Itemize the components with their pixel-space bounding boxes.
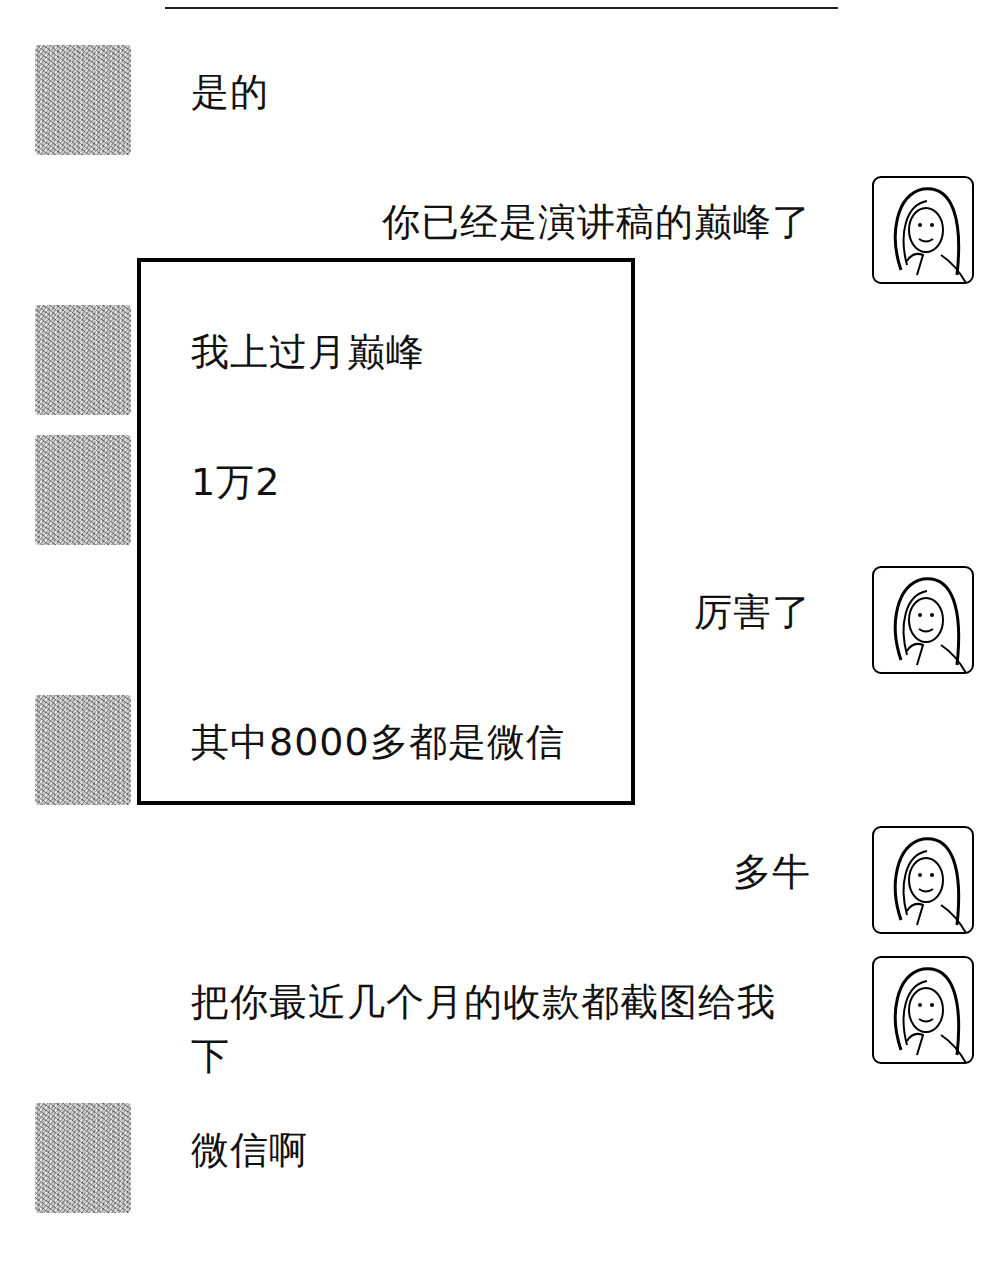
contact-avatar-icon[interactable] [35, 1103, 131, 1213]
contact-avatar-icon[interactable] [35, 305, 131, 415]
message-group: 多牛 把你最近几个月的收款都截图给我下 微信啊 [0, 825, 1003, 1213]
woman-avatar-icon[interactable] [871, 175, 975, 285]
message-bubble: 你已经是演讲稿的巅峰了 [382, 175, 811, 249]
contact-avatar-icon[interactable] [35, 45, 131, 155]
message-row: 是的 [0, 45, 1003, 155]
message-row: 厉害了 [0, 565, 1003, 675]
message-group: 是的你已经是演讲稿的巅峰了 [0, 45, 1003, 285]
message-bubble: 厉害了 [694, 565, 811, 639]
woman-avatar-icon[interactable] [871, 825, 975, 935]
message-row: 多牛 [0, 825, 1003, 935]
chat-divider [165, 7, 838, 9]
chat-screen: 是的你已经是演讲稿的巅峰了 我上过月巅峰 1万2厉害了 其中8000多都是微信 … [0, 0, 1003, 1280]
woman-avatar-icon[interactable] [871, 955, 975, 1065]
message-list: 是的你已经是演讲稿的巅峰了 我上过月巅峰 1万2厉害了 其中8000多都是微信 … [0, 9, 1003, 1213]
woman-avatar-icon[interactable] [871, 565, 975, 675]
message-bubble: 其中8000多都是微信 [191, 695, 565, 769]
message-bubble: 把你最近几个月的收款都截图给我下 [191, 955, 811, 1083]
message-bubble: 我上过月巅峰 [191, 305, 425, 379]
message-bubble: 是的 [191, 45, 269, 119]
message-row: 我上过月巅峰 [0, 305, 1003, 415]
message-bubble: 多牛 [733, 825, 811, 899]
message-bubble: 微信啊 [191, 1103, 308, 1177]
contact-avatar-icon[interactable] [35, 695, 131, 805]
message-row: 微信啊 [0, 1103, 1003, 1213]
message-row: 其中8000多都是微信 [0, 695, 1003, 805]
highlight-frame [137, 258, 635, 805]
message-row: 1万2 [0, 435, 1003, 545]
message-group: 我上过月巅峰 1万2 厉害了 其中8000多都是微信 [0, 305, 1003, 805]
message-row: 你已经是演讲稿的巅峰了 [0, 175, 1003, 285]
message-bubble: 1万2 [191, 435, 280, 509]
contact-avatar-icon[interactable] [35, 435, 131, 545]
message-row: 把你最近几个月的收款都截图给我下 [0, 955, 1003, 1083]
